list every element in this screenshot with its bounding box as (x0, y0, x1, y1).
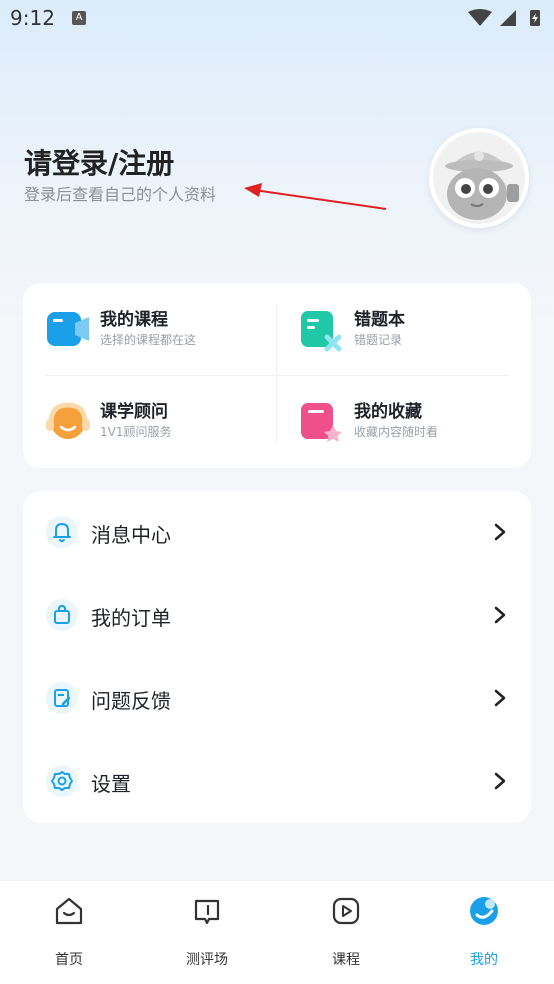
tab-quiz[interactable]: 测评场 (157, 895, 257, 968)
service-title: 我的收藏 (354, 402, 422, 422)
service-desc: 错题记录 (354, 333, 403, 347)
chevron-right-icon (494, 689, 506, 707)
avatar[interactable] (429, 128, 529, 228)
service-title: 错题本 (354, 310, 405, 330)
menu-label: 消息中心 (91, 523, 171, 547)
tab-label: 首页 (55, 952, 83, 968)
bottom-tab-bar: 首页 测评场 课程 我的 (0, 880, 554, 984)
service-favorites[interactable]: 我的收藏 收藏内容随时看 (299, 395, 529, 455)
quiz-icon (194, 899, 220, 925)
bell-icon (53, 523, 71, 542)
mascot-avatar-icon (433, 132, 525, 224)
status-bar: 9:12 A (0, 0, 554, 38)
gear-icon (51, 771, 73, 791)
status-badge: A (72, 11, 86, 25)
service-advisor[interactable]: 课学顾问 1V1顾问服务 (45, 395, 275, 455)
service-mistake-book[interactable]: 错题本 错题记录 (299, 303, 529, 363)
services-card: 我的课程 选择的课程都在这 错题本 错题记录 课学顾问 1V1顾问服务 我的收藏 (23, 283, 531, 468)
feedback-edit-icon (54, 689, 71, 707)
tab-profile[interactable]: 我的 (434, 895, 534, 968)
service-title: 我的课程 (100, 310, 168, 330)
tab-courses[interactable]: 课程 (296, 895, 396, 968)
signal-battery-icon (468, 9, 540, 26)
service-desc: 收藏内容随时看 (354, 425, 439, 439)
profile-icon (470, 897, 498, 925)
menu-label: 设置 (91, 772, 131, 796)
chevron-right-icon (494, 606, 506, 624)
menu-item-messages[interactable]: 消息中心 (23, 491, 531, 574)
home-icon (55, 897, 83, 925)
menu-item-settings[interactable]: 设置 (23, 740, 531, 823)
service-desc: 1V1顾问服务 (100, 425, 172, 439)
advisor-headset-icon (46, 402, 90, 439)
menu-label: 我的订单 (91, 606, 171, 630)
divider (45, 375, 509, 376)
tab-label: 课程 (332, 952, 360, 968)
tab-label: 我的 (470, 952, 498, 968)
video-course-icon (47, 312, 89, 346)
favorites-icon (301, 403, 342, 442)
menu-icon-wrap (46, 682, 78, 714)
menu-icon-wrap (46, 599, 78, 631)
status-time: 9:12 (10, 6, 55, 30)
login-register-link[interactable]: 请登录/注册 (24, 142, 174, 182)
service-my-courses[interactable]: 我的课程 选择的课程都在这 (45, 303, 275, 363)
menu-icon-wrap (46, 516, 78, 548)
menu-label: 问题反馈 (91, 689, 171, 713)
mistake-book-icon (301, 311, 342, 352)
chevron-right-icon (494, 523, 506, 541)
menu-card: 消息中心 我的订单 问题反馈 设置 (23, 491, 531, 823)
service-title: 课学顾问 (100, 402, 168, 422)
chevron-right-icon (494, 772, 506, 790)
divider (276, 305, 277, 443)
tab-label: 测评场 (186, 952, 228, 968)
menu-item-orders[interactable]: 我的订单 (23, 574, 531, 657)
red-arrow-annotation (244, 183, 387, 210)
menu-icon-wrap (46, 765, 78, 797)
play-icon (332, 897, 360, 925)
login-subtitle: 登录后查看自己的个人资料 (24, 185, 217, 204)
tab-home[interactable]: 首页 (19, 895, 119, 968)
service-desc: 选择的课程都在这 (100, 333, 197, 347)
menu-item-feedback[interactable]: 问题反馈 (23, 657, 531, 740)
shopping-bag-icon (54, 604, 70, 624)
